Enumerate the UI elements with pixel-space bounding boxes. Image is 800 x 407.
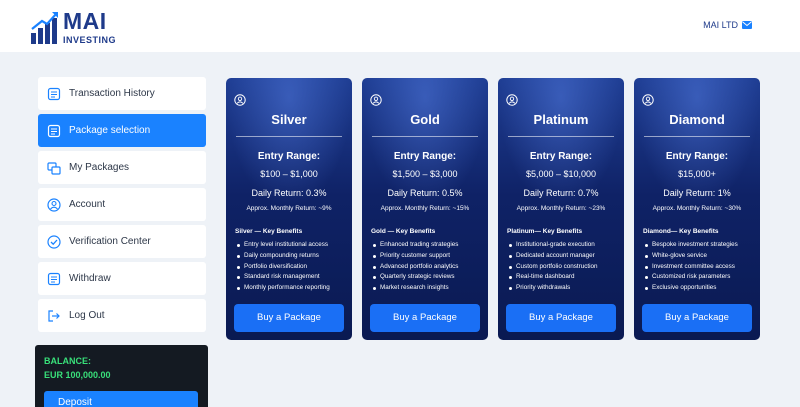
package-title: Platinum — [533, 112, 589, 127]
divider — [372, 136, 478, 137]
sidebar-item-label: Transaction History — [69, 88, 155, 99]
sidebar-item-label: Verification Center — [69, 236, 151, 247]
sidebar-item-verification-center[interactable]: Verification Center — [38, 225, 206, 258]
logo-wordmark: MAI — [63, 8, 107, 34]
benefits-list: Institutional-grade execution Dedicated … — [509, 240, 598, 294]
user-menu[interactable]: MAI LTD — [703, 20, 752, 30]
daily-return: Daily Return: 0.3% — [251, 188, 327, 198]
balance-value: EUR 100,000.00 — [44, 370, 111, 380]
entry-range-label: Entry Range: — [393, 151, 457, 162]
user-icon — [506, 94, 518, 106]
daily-return: Daily Return: 0.5% — [387, 188, 463, 198]
mail-icon — [742, 21, 752, 29]
entry-range-value: $15,000+ — [678, 169, 716, 179]
benefit-item: Dedicated account manager — [509, 251, 598, 262]
sidebar-item-label: Account — [69, 199, 106, 210]
sidebar-item-label: Log Out — [69, 310, 105, 321]
top-header: MAI INVESTING MAI LTD — [0, 0, 800, 52]
daily-return: Daily Return: 1% — [663, 188, 731, 198]
list-icon — [47, 272, 61, 286]
package-title: Gold — [410, 112, 440, 127]
sidebar-item-label: Withdraw — [69, 273, 111, 284]
monthly-return: Approx. Monthly Return: ~23% — [516, 205, 606, 212]
user-icon — [234, 94, 246, 106]
sidebar-item-account[interactable]: Account — [38, 188, 206, 221]
growth-chart-icon — [31, 12, 58, 44]
benefits-title: Platinum— Key Benefits — [507, 228, 583, 235]
benefit-item: White-glove service — [645, 251, 738, 262]
package-card-diamond: Diamond Entry Range: $15,000+ Daily Retu… — [634, 78, 760, 340]
benefit-item: Custom portfolio construction — [509, 262, 598, 273]
buy-package-button[interactable]: Buy a Package — [370, 304, 480, 332]
sidebar-item-log-out[interactable]: Log Out — [38, 299, 206, 332]
entry-range-label: Entry Range: — [665, 151, 729, 162]
package-card-gold: Gold Entry Range: $1,500 – $3,000 Daily … — [362, 78, 488, 340]
balance-label: BALANCE: — [44, 356, 91, 366]
benefits-title: Diamond— Key Benefits — [643, 228, 719, 235]
sidebar-nav: Transaction History Package selection My… — [38, 77, 206, 336]
benefit-item: Monthly performance reporting — [237, 283, 330, 294]
benefits-list: Bespoke investment strategies White-glov… — [645, 240, 738, 294]
buy-package-button[interactable]: Buy a Package — [506, 304, 616, 332]
package-card-silver: Silver Entry Range: $100 – $1,000 Daily … — [226, 78, 352, 340]
benefit-item: Market research insights — [373, 283, 458, 294]
benefits-title: Silver — Key Benefits — [235, 228, 303, 235]
entry-range-value: $100 – $1,000 — [260, 169, 318, 179]
logout-icon — [47, 309, 61, 323]
sidebar-item-package-selection[interactable]: Package selection — [38, 114, 206, 147]
benefit-item: Entry level institutional access — [237, 240, 330, 251]
benefit-item: Bespoke investment strategies — [645, 240, 738, 251]
deposit-button[interactable]: Deposit — [44, 391, 198, 407]
user-name: MAI LTD — [703, 20, 738, 30]
benefits-list: Entry level institutional access Daily c… — [237, 240, 330, 294]
package-card-platinum: Platinum Entry Range: $5,000 – $10,000 D… — [498, 78, 624, 340]
packages-icon — [47, 161, 61, 175]
buy-package-button[interactable]: Buy a Package — [642, 304, 752, 332]
benefit-item: Institutional-grade execution — [509, 240, 598, 251]
user-icon — [47, 197, 61, 212]
entry-range-value: $1,500 – $3,000 — [392, 169, 458, 179]
benefit-item: Exclusive opportunities — [645, 283, 738, 294]
benefit-item: Priority customer support — [373, 251, 458, 262]
divider — [644, 136, 750, 137]
user-icon — [642, 94, 654, 106]
benefit-item: Customized risk parameters — [645, 272, 738, 283]
benefits-title: Gold — Key Benefits — [371, 228, 436, 235]
benefit-item: Quarterly strategic reviews — [373, 272, 458, 283]
package-title: Silver — [271, 112, 307, 127]
logo-tagline: INVESTING — [63, 35, 117, 45]
benefit-item: Daily compounding returns — [237, 251, 330, 262]
sidebar-item-withdraw[interactable]: Withdraw — [38, 262, 206, 295]
user-icon — [370, 94, 382, 106]
benefit-item: Priority withdrawals — [509, 283, 598, 294]
logo[interactable]: MAI INVESTING — [30, 9, 120, 45]
sidebar-item-label: Package selection — [69, 125, 151, 136]
daily-return: Daily Return: 0.7% — [523, 188, 599, 198]
list-icon — [47, 124, 61, 138]
divider — [236, 136, 342, 137]
benefits-list: Enhanced trading strategies Priority cus… — [373, 240, 458, 294]
package-title: Diamond — [669, 112, 725, 127]
benefit-item: Enhanced trading strategies — [373, 240, 458, 251]
list-icon — [47, 87, 61, 101]
benefit-item: Portfolio diversification — [237, 262, 330, 273]
buy-package-button[interactable]: Buy a Package — [234, 304, 344, 332]
check-circle-icon — [47, 234, 61, 249]
benefit-item: Standard risk management — [237, 272, 330, 283]
divider — [508, 136, 614, 137]
monthly-return: Approx. Monthly Return: ~9% — [246, 205, 332, 212]
entry-range-label: Entry Range: — [257, 151, 321, 162]
benefit-item: Advanced portfolio analytics — [373, 262, 458, 273]
benefit-item: Real-time dashboard — [509, 272, 598, 283]
benefit-item: Investment committee access — [645, 262, 738, 273]
balance-panel: BALANCE: EUR 100,000.00 Deposit — [35, 345, 208, 407]
entry-range-label: Entry Range: — [529, 151, 593, 162]
entry-range-value: $5,000 – $10,000 — [525, 169, 597, 179]
monthly-return: Approx. Monthly Return: ~15% — [380, 205, 470, 212]
sidebar-item-transaction-history[interactable]: Transaction History — [38, 77, 206, 110]
sidebar-item-my-packages[interactable]: My Packages — [38, 151, 206, 184]
monthly-return: Approx. Monthly Return: ~30% — [652, 205, 742, 212]
sidebar-item-label: My Packages — [69, 162, 130, 173]
